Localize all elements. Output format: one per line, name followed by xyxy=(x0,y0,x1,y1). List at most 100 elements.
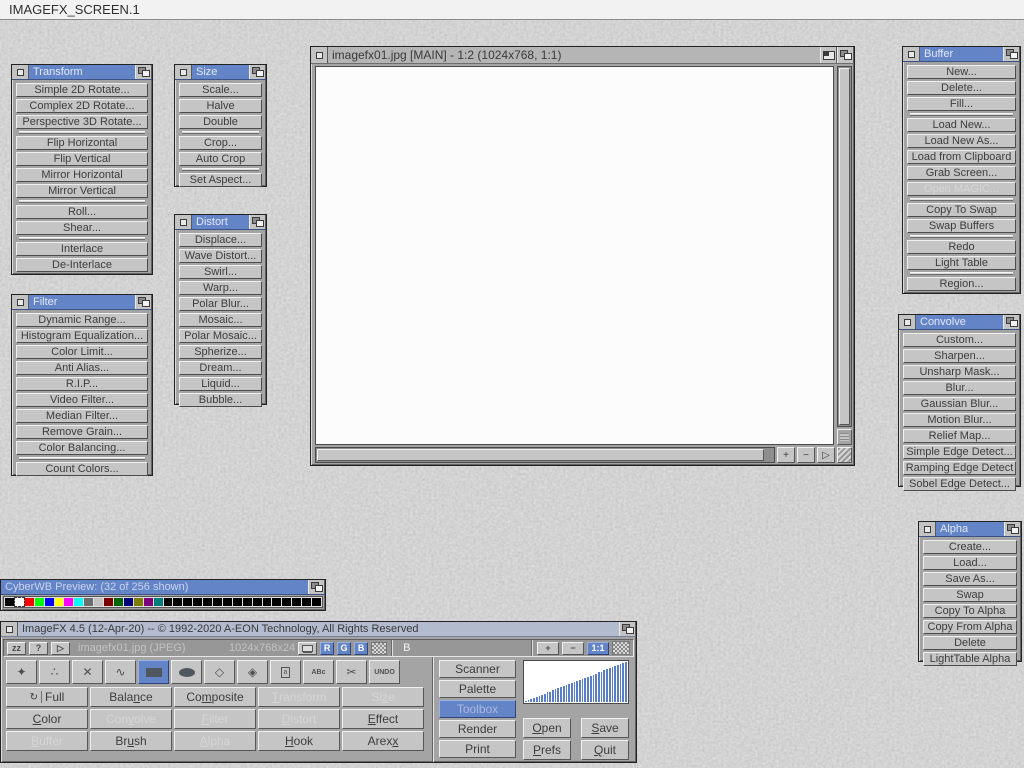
menu-button[interactable]: Delete xyxy=(923,636,1017,650)
menu-button[interactable]: Redo xyxy=(907,240,1016,254)
menu-button[interactable]: Grab Screen... xyxy=(907,166,1016,180)
green-channel-button[interactable]: G xyxy=(337,642,351,655)
menu-button[interactable]: Unsharp Mask... xyxy=(903,365,1016,379)
palette-swatch[interactable] xyxy=(114,598,123,606)
menu-button[interactable]: De-Interlace xyxy=(16,258,148,272)
menu-button[interactable]: Mirror Vertical xyxy=(16,184,148,198)
palette-swatch[interactable] xyxy=(94,598,103,606)
menu-button[interactable]: Halve xyxy=(179,99,262,113)
close-gadget[interactable] xyxy=(919,522,936,536)
close-gadget[interactable] xyxy=(175,65,192,79)
menu-button[interactable]: Shear... xyxy=(16,221,148,235)
fill-tool[interactable]: ◈ xyxy=(237,660,268,684)
palette-swatch[interactable] xyxy=(233,598,242,606)
close-gadget[interactable] xyxy=(1,622,18,636)
dither-gadget[interactable] xyxy=(612,641,630,655)
menu-button[interactable]: Copy From Alpha xyxy=(923,620,1017,634)
menu-button[interactable]: Copy To Swap xyxy=(907,203,1016,217)
menu-button[interactable]: Dynamic Range... xyxy=(16,313,148,327)
menu-button[interactable]: Interlace xyxy=(16,242,148,256)
menu-button[interactable]: Open MAGIC... xyxy=(907,182,1016,196)
menu-button[interactable]: Anti Alias... xyxy=(16,361,148,375)
menu-button[interactable]: Polar Mosaic... xyxy=(179,329,262,343)
polygon-tool[interactable]: ◇ xyxy=(204,660,235,684)
palette-swatch[interactable] xyxy=(134,598,143,606)
filter-titlebar[interactable]: Filter xyxy=(12,295,152,310)
palette-titlebar[interactable]: CyberWB Preview: (32 of 256 shown) xyxy=(1,580,325,595)
grid-button-transform[interactable]: Transform xyxy=(258,687,340,707)
menu-button[interactable]: Simple Edge Detect... xyxy=(903,445,1016,459)
palette-swatch[interactable] xyxy=(223,598,232,606)
dither-gadget[interactable] xyxy=(371,642,387,655)
depth-gadget[interactable] xyxy=(1003,47,1020,61)
grid-button-distort[interactable]: Distort xyxy=(258,709,340,729)
zoom-out-button[interactable]: − xyxy=(562,642,584,655)
palette-swatch[interactable] xyxy=(253,598,262,606)
grid-button-color[interactable]: Color xyxy=(6,709,88,729)
grid-button-composite[interactable]: Composite xyxy=(174,687,256,707)
menu-button[interactable]: Count Colors... xyxy=(16,462,148,476)
menu-button[interactable]: Mosaic... xyxy=(179,313,262,327)
palette-swatch[interactable] xyxy=(263,598,272,606)
menu-button[interactable]: Scale... xyxy=(179,83,262,97)
palette-swatch[interactable] xyxy=(243,598,252,606)
close-gadget[interactable] xyxy=(12,295,29,309)
menu-button[interactable]: Fill... xyxy=(907,97,1016,111)
resize-gadget[interactable] xyxy=(837,447,852,463)
close-gadget[interactable] xyxy=(175,215,192,229)
panel-button-palette[interactable]: Palette xyxy=(439,680,516,698)
menu-button[interactable]: Liquid... xyxy=(179,377,262,391)
menu-button[interactable]: New... xyxy=(907,65,1016,79)
toolbar-titlebar[interactable]: ImageFX 4.5 (12-Apr-20) -- © 1992-2020 A… xyxy=(1,622,636,637)
menu-button[interactable]: Crop... xyxy=(179,136,262,150)
palette-swatch[interactable] xyxy=(173,598,182,606)
zoom-out-button[interactable]: − xyxy=(797,447,815,463)
menu-button[interactable]: Displace... xyxy=(179,233,262,247)
depth-gadget[interactable] xyxy=(1003,315,1020,329)
open-button[interactable]: Open xyxy=(523,718,571,738)
text-tool[interactable]: ABc xyxy=(303,660,334,684)
menu-button[interactable]: Mirror Horizontal xyxy=(16,168,148,182)
panel-button-render[interactable]: Render xyxy=(439,720,516,738)
depth-gadget[interactable] xyxy=(1004,522,1021,536)
menu-button[interactable]: Color Balancing... xyxy=(16,441,148,455)
horizontal-scrollbar-thumb[interactable] xyxy=(317,449,764,461)
palette-swatch[interactable] xyxy=(193,598,202,606)
close-gadget[interactable] xyxy=(311,47,328,63)
buffer-titlebar[interactable]: Buffer xyxy=(903,47,1020,62)
grid-button-filter[interactable]: Filter xyxy=(174,709,256,729)
point-tool[interactable]: ✦ xyxy=(6,660,37,684)
menu-button[interactable]: Region... xyxy=(907,277,1016,291)
menu-button[interactable]: Set Aspect... xyxy=(179,173,262,187)
palette-swatch[interactable] xyxy=(203,598,212,606)
menu-button[interactable]: Swap xyxy=(923,588,1017,602)
grid-button-size[interactable]: Size xyxy=(342,687,424,707)
palette-swatch[interactable] xyxy=(74,598,83,606)
depth-gadget[interactable] xyxy=(249,65,266,79)
airbrush-tool[interactable]: ∴ xyxy=(39,660,70,684)
palette-swatch[interactable] xyxy=(292,598,301,606)
depth-gadget[interactable] xyxy=(249,215,266,229)
zoom-ratio-button[interactable]: 1:1 xyxy=(587,642,609,655)
palette-swatch[interactable] xyxy=(55,598,64,606)
menu-button[interactable]: Create... xyxy=(923,540,1017,554)
grid-button-brush[interactable]: Brush xyxy=(90,731,172,751)
menu-button[interactable]: Roll... xyxy=(16,205,148,219)
menu-button[interactable]: Spherize... xyxy=(179,345,262,359)
alpha-titlebar[interactable]: Alpha xyxy=(919,522,1021,537)
palette-swatch[interactable] xyxy=(164,598,173,606)
menu-button[interactable]: Load from Clipboard xyxy=(907,150,1016,164)
pan-arrow-button[interactable]: ▷ xyxy=(817,447,835,463)
palette-swatch[interactable] xyxy=(104,598,113,606)
menu-button[interactable]: Delete... xyxy=(907,81,1016,95)
depth-gadget[interactable] xyxy=(135,65,152,79)
palette-swatch[interactable] xyxy=(64,598,73,606)
save-button[interactable]: Save xyxy=(581,718,629,738)
image-canvas[interactable] xyxy=(315,66,834,445)
menu-button[interactable]: Color Limit... xyxy=(16,345,148,359)
close-gadget[interactable] xyxy=(12,65,29,79)
stamp-tool[interactable]: a xyxy=(270,660,301,684)
transform-titlebar[interactable]: Transform xyxy=(12,65,152,80)
menu-button[interactable]: Simple 2D Rotate... xyxy=(16,83,148,97)
menu-button[interactable]: Gaussian Blur... xyxy=(903,397,1016,411)
